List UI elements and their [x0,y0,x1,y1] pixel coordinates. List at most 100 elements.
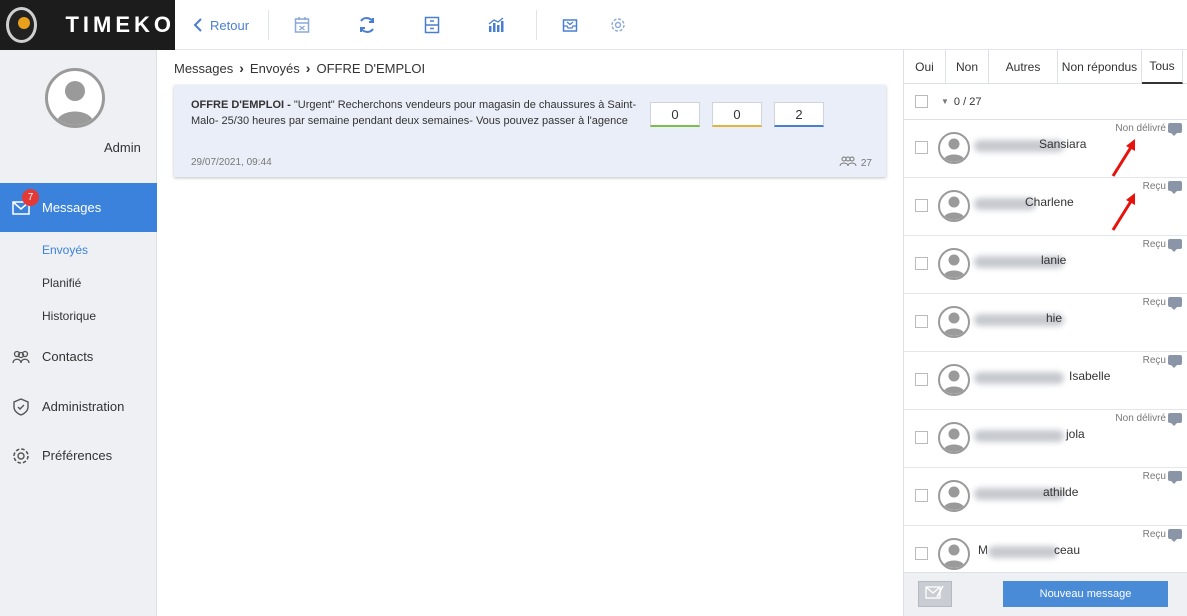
red-arrow-icon [1111,139,1135,177]
delivery-status: Non délivré [1115,123,1166,134]
message-date: 29/07/2021, 09:44 [191,157,272,168]
recipient-checkbox[interactable] [915,373,928,386]
main-content: Messages › Envoyés › OFFRE D'EMPLOI OFFR… [157,50,903,616]
delivery-status: Reçu [1142,471,1166,482]
toolbar-divider [268,10,269,40]
recipient-checkbox[interactable] [915,431,928,444]
recipient-name: Sansiara [1039,137,1087,151]
recipient-row[interactable]: lanie Reçu [904,236,1187,294]
recipient-name: Charlene [1025,195,1074,209]
recipient-row[interactable]: Charlene Reçu [904,178,1187,236]
sidebar-item-messages[interactable]: 7 Messages [0,183,157,232]
tab-oui[interactable]: Oui [904,50,946,84]
recipient-avatar [938,132,970,164]
chat-bubble-icon[interactable] [1168,529,1182,542]
shield-icon [0,397,42,416]
recipient-row[interactable]: athilde Reçu [904,468,1187,526]
contacts-icon [0,350,42,364]
chat-bubble-icon[interactable] [1168,471,1182,484]
breadcrumb-item-current: OFFRE D'EMPLOI [316,60,426,76]
redacted-name [974,372,1064,384]
recipient-checkbox[interactable] [915,315,928,328]
breadcrumb: Messages › Envoyés › OFFRE D'EMPLOI [174,60,425,76]
stats-icon [486,15,506,35]
calendar-button[interactable] [292,13,312,37]
select-all-checkbox[interactable] [915,95,928,108]
chat-bubble-icon[interactable] [1168,181,1182,194]
sidebar-item-preferences[interactable]: Préférences [0,431,157,480]
sidebar-subitem-envoyes[interactable]: Envoyés [42,243,88,257]
delivery-status: Reçu [1142,239,1166,250]
recipient-row[interactable]: hie Reçu [904,294,1187,352]
compose-button[interactable] [918,581,952,607]
chat-bubble-icon[interactable] [1168,355,1182,368]
recipient-avatar [938,190,970,222]
chat-bubble-icon[interactable] [1168,297,1182,310]
selection-count: 0 / 27 [953,95,982,108]
stats-button[interactable] [486,13,506,37]
sidebar-item-label: Messages [42,200,102,215]
recipient-name: jola [1066,427,1085,441]
breadcrumb-item[interactable]: Envoyés [250,61,300,76]
chevron-left-icon [188,15,208,35]
chat-bubble-icon[interactable] [1168,123,1182,136]
compose-icon [925,584,945,605]
delivery-status: Reçu [1142,297,1166,308]
message-card[interactable]: OFFRE D'EMPLOI - "Urgent" Recherchons ve… [174,85,886,177]
new-message-button[interactable]: Nouveau message [1003,581,1168,607]
count-no[interactable]: 0 [712,102,762,127]
redacted-name [974,430,1064,442]
recipient-avatar [938,538,970,570]
sidebar-item-contacts[interactable]: Contacts [0,332,157,381]
chevron-right-icon: › [305,60,311,76]
sidebar-item-label: Contacts [42,349,94,364]
gear-icon [608,15,628,35]
count-other[interactable]: 2 [774,102,824,127]
recipient-name: athilde [1043,485,1079,499]
inbox-button[interactable] [560,13,580,37]
settings-button[interactable] [608,13,628,37]
sidebar-subitem-historique[interactable]: Historique [42,309,96,323]
refresh-button[interactable] [357,13,377,37]
recipient-row[interactable]: Isabelle Reçu [904,352,1187,410]
recipient-avatar [938,422,970,454]
recipient-count-value: 27 [860,157,872,169]
count-yes[interactable]: 0 [650,102,700,127]
tab-tous[interactable]: Tous [1142,50,1183,84]
toolbar-divider [536,10,537,40]
recipient-row[interactable]: jola Non délivré [904,410,1187,468]
archive-button[interactable] [422,13,442,37]
top-bar: TIMEKO Retour [0,0,1187,50]
redacted-name [988,546,1058,558]
tab-non-repondus[interactable]: Non répondus [1058,50,1142,84]
sidebar: Admin 7 Messages Envoyés Planifié Histor… [0,50,157,616]
tab-non[interactable]: Non [946,50,989,84]
recipient-checkbox[interactable] [915,141,928,154]
recipient-checkbox[interactable] [915,199,928,212]
red-arrow-icon [1111,193,1135,231]
breadcrumb-item[interactable]: Messages [174,61,233,76]
recipient-checkbox[interactable] [915,547,928,560]
sidebar-subitem-planifie[interactable]: Planifié [42,276,81,290]
chat-bubble-icon[interactable] [1168,413,1182,426]
recipient-avatar [938,480,970,512]
recipient-checkbox[interactable] [915,257,928,270]
recipient-checkbox[interactable] [915,489,928,502]
tab-autres[interactable]: Autres [989,50,1058,84]
recipients-panel: Oui Non Autres Non répondus Tous ▼ 0 / 2… [903,50,1187,616]
sidebar-item-label: Administration [42,399,125,414]
recipient-name: hie [1046,311,1063,325]
filter-tabs: Oui Non Autres Non répondus Tous [904,50,1187,84]
recipient-name: Isabelle [1069,369,1111,383]
sidebar-item-administration[interactable]: Administration [0,382,157,431]
message-title: OFFRE D'EMPLOI - [191,99,294,111]
back-button[interactable]: Retour [188,13,249,37]
logo-clock-icon [6,7,38,43]
caret-down-icon[interactable]: ▼ [941,97,949,106]
archive-icon [422,15,442,35]
panel-footer: Nouveau message [904,572,1187,616]
chat-bubble-icon[interactable] [1168,239,1182,252]
user-avatar[interactable] [45,68,105,128]
recipient-row[interactable]: Sansiara Non délivré [904,120,1187,178]
recipient-avatar [938,306,970,338]
